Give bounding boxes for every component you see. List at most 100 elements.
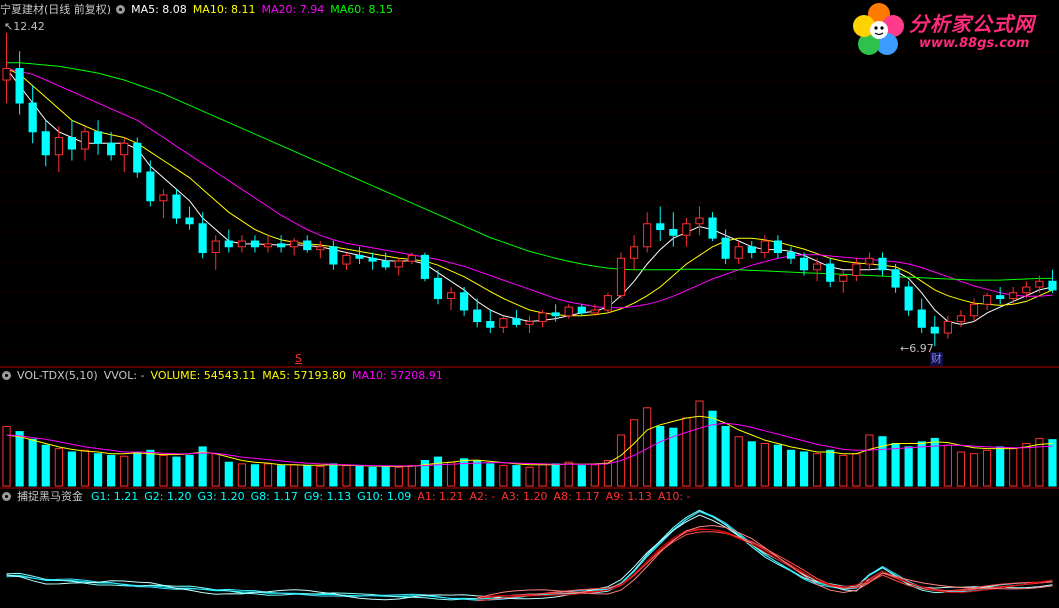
- candle-body: [616, 257, 626, 297]
- candle-body: [420, 254, 430, 279]
- volume-bar: [826, 449, 835, 487]
- volume-bar: [276, 465, 286, 487]
- sell-marker: S: [295, 352, 302, 365]
- flower-logo-icon: [853, 3, 904, 55]
- indicator-label-11: A10: -: [657, 489, 691, 503]
- indicator-label-9: A8: 1.17: [553, 489, 600, 503]
- volume-bar: [656, 426, 665, 487]
- ma20-label: MA20: 7.94: [261, 2, 325, 16]
- volume-title: VOL-TDX(5,10): [17, 368, 98, 382]
- volume-bar: [473, 460, 482, 487]
- volume-bar: [107, 454, 116, 487]
- candle-body: [538, 312, 547, 323]
- candle-body: [826, 263, 835, 282]
- candle-body: [1009, 292, 1018, 300]
- candle-body: [290, 240, 299, 248]
- volume-bar: [525, 466, 534, 487]
- ma-line-ma60: [6, 62, 1053, 281]
- candle-body: [303, 240, 312, 251]
- candle-body: [564, 306, 573, 317]
- volume-bar: [982, 449, 992, 487]
- ma5-label: MA5: 8.08: [131, 2, 187, 16]
- candle-body: [237, 240, 246, 248]
- volume-bar: [368, 466, 377, 487]
- volume-bar: [734, 436, 743, 487]
- volume-bar: [747, 441, 756, 487]
- volume-bar: [1022, 443, 1031, 487]
- finance-marker[interactable]: 财: [930, 352, 943, 366]
- volume-bar: [904, 446, 913, 487]
- volume-value-label: VOLUME: 54543.11: [150, 368, 257, 382]
- volume-bar: [865, 434, 874, 487]
- candle-body: [695, 217, 704, 225]
- volume-ma10-label: MA10: 57208.91: [351, 368, 443, 382]
- candle-body: [930, 326, 939, 334]
- volume-bar: [211, 453, 220, 487]
- candle-body: [342, 254, 351, 265]
- volume-bar: [799, 451, 809, 487]
- candle-body: [394, 260, 403, 268]
- candle-body: [525, 321, 534, 325]
- volume-bar: [1035, 437, 1044, 487]
- candle-body: [577, 306, 586, 314]
- candle-body: [708, 217, 717, 239]
- candle-body: [852, 263, 861, 277]
- volume-bar: [590, 464, 599, 487]
- candle-body: [460, 292, 469, 311]
- candle-body: [982, 295, 992, 305]
- candle-body: [93, 131, 103, 144]
- volume-bar: [446, 461, 456, 487]
- candle-body: [407, 254, 416, 262]
- site-logo: 分析家公式网 www.88gs.com: [849, 0, 1059, 60]
- indicator-settings-gear-icon[interactable]: [2, 491, 11, 501]
- volume-bar: [577, 465, 586, 487]
- volume-bar: [303, 465, 312, 487]
- candle-body: [1022, 286, 1031, 294]
- candle-body: [747, 246, 756, 254]
- indicator-labels: G1: 1.21 G2: 1.20 G3: 1.20 G8: 1.17 G9: 1.13…: [91, 490, 697, 503]
- candle-body: [799, 257, 809, 271]
- volume-bar: [407, 465, 416, 487]
- volume-bar: [224, 461, 233, 487]
- arrow-left-icon: ←: [900, 342, 910, 355]
- candle-body: [786, 252, 796, 259]
- volume-bar: [917, 441, 926, 487]
- candle-body: [433, 277, 443, 300]
- volume-settings-gear-icon[interactable]: [2, 370, 11, 380]
- volume-bar: [852, 453, 861, 487]
- high-price-value: 12.42: [13, 20, 45, 33]
- volume-bar: [996, 446, 1005, 487]
- volume-bar: [433, 456, 443, 487]
- candle-body: [878, 257, 887, 271]
- candle-body: [355, 254, 364, 259]
- candle-body: [551, 312, 560, 317]
- candle-body: [1035, 280, 1044, 288]
- indicator-label-1: G2: 1.20: [144, 489, 192, 503]
- indicator-label-10: A9: 1.13: [605, 489, 652, 503]
- candle-body: [956, 315, 966, 323]
- logo-url: www.88gs.com: [919, 36, 1030, 51]
- high-price-label: ↖12.42: [4, 20, 45, 34]
- candle-body: [656, 223, 665, 231]
- candle-body: [446, 292, 456, 300]
- volume-bar: [93, 453, 103, 487]
- volume-bar: [394, 466, 403, 487]
- volume-bar: [943, 444, 952, 487]
- candle-body: [146, 171, 155, 202]
- volume-bar: [969, 453, 979, 487]
- stock-title: 宁夏建材(日线 前复权): [0, 3, 112, 16]
- settings-gear-icon[interactable]: [116, 4, 126, 14]
- volume-bar: [551, 463, 560, 487]
- volume-bar: [263, 463, 273, 487]
- volume-bar: [460, 458, 469, 487]
- volume-bar: [486, 463, 495, 487]
- candle-body: [943, 321, 952, 334]
- indicator-label-4: G9: 1.13: [303, 489, 352, 503]
- candle-body: [760, 240, 769, 254]
- volume-bar: [185, 454, 194, 487]
- candle-body: [891, 269, 900, 288]
- volume-bar: [67, 451, 77, 487]
- ma10-label: MA10: 8.11: [192, 2, 256, 16]
- logo-text: 分析家公式网: [909, 12, 1035, 36]
- volume-bar: [290, 464, 299, 487]
